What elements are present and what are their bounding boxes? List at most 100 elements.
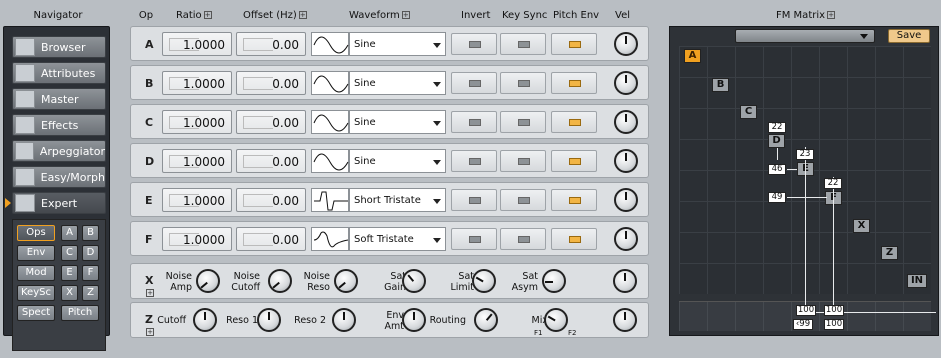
nav-expert-button[interactable]: Expert — [12, 192, 106, 214]
sub-pitch-button[interactable]: Pitch — [61, 305, 99, 321]
x-velocity-knob[interactable] — [613, 269, 637, 293]
sub-z-button[interactable]: Z — [82, 285, 99, 301]
key-sync-toggle[interactable] — [500, 228, 546, 250]
nav-master-button[interactable]: Master — [12, 88, 106, 110]
velocity-knob[interactable] — [614, 110, 638, 134]
sub-x-button[interactable]: X — [61, 285, 78, 301]
fm-amount-out_f[interactable]: 100 — [824, 305, 844, 316]
invert-toggle[interactable] — [451, 189, 497, 211]
fm-amount-e_from_d[interactable]: 46 — [768, 164, 786, 175]
velocity-knob[interactable] — [614, 71, 638, 95]
nav-arpeggiator-button[interactable]: Arpeggiator — [12, 140, 106, 162]
pitch-env-toggle[interactable] — [551, 189, 597, 211]
fm-amount-f_self[interactable]: 22 — [824, 178, 842, 189]
sub-e-button[interactable]: E — [61, 265, 78, 281]
x-knob[interactable] — [472, 269, 496, 293]
ratio-field[interactable]: 1.0000 — [162, 149, 232, 173]
sub-d-button[interactable]: D — [82, 245, 99, 261]
fm-amount-e_self[interactable]: 23 — [796, 149, 814, 160]
key-sync-toggle[interactable] — [500, 111, 546, 133]
ratio-field[interactable]: 1.0000 — [162, 110, 232, 134]
sub-keysc-button[interactable]: KeySc — [17, 285, 55, 301]
key-sync-toggle[interactable] — [500, 33, 546, 55]
z-plus-icon[interactable]: + — [146, 328, 154, 336]
invert-toggle[interactable] — [451, 72, 497, 94]
z-knob[interactable] — [402, 308, 426, 332]
velocity-knob[interactable] — [614, 149, 638, 173]
waveform-select[interactable]: Sine — [349, 110, 446, 134]
x-plus-icon[interactable]: + — [146, 289, 154, 297]
nav-browser-button[interactable]: Browser — [12, 36, 106, 58]
sub-spect-button[interactable]: Spect — [17, 305, 55, 321]
ratio-field[interactable]: 1.0000 — [162, 32, 232, 56]
velocity-knob[interactable] — [614, 188, 638, 212]
sub-f-button[interactable]: F — [82, 265, 99, 281]
fm-matrix-plus-icon[interactable]: + — [827, 11, 836, 19]
invert-toggle[interactable] — [451, 150, 497, 172]
waveform-select[interactable]: Soft Tristate — [349, 227, 446, 251]
key-sync-toggle[interactable] — [500, 189, 546, 211]
z-knob[interactable] — [544, 308, 568, 332]
nav-easy-morph-button[interactable]: Easy/Morph — [12, 166, 106, 188]
fm-node-d[interactable]: D — [768, 134, 785, 148]
ratio-field[interactable]: 1.0000 — [162, 71, 232, 95]
sub-b-button[interactable]: B — [82, 225, 99, 241]
pitch-env-toggle[interactable] — [551, 111, 597, 133]
fm-preset-dropdown[interactable] — [735, 29, 875, 43]
fm-node-x[interactable]: X — [853, 219, 870, 233]
save-button[interactable]: Save — [888, 29, 930, 43]
waveform-select[interactable]: Sine — [349, 32, 446, 56]
sub-a-button[interactable]: A — [61, 225, 78, 241]
x-knob[interactable] — [196, 269, 220, 293]
key-sync-toggle[interactable] — [500, 72, 546, 94]
x-knob[interactable] — [268, 269, 292, 293]
pitch-env-toggle[interactable] — [551, 33, 597, 55]
x-knob[interactable] — [402, 269, 426, 293]
fm-amount-out_e2[interactable]: ‹99 — [793, 319, 813, 330]
x-knob[interactable] — [542, 269, 566, 293]
z-velocity-knob[interactable] — [613, 308, 637, 332]
fm-amount-out_e[interactable]: 100 — [796, 305, 816, 316]
pitch-env-toggle[interactable] — [551, 228, 597, 250]
invert-toggle[interactable] — [451, 33, 497, 55]
fm-node-in[interactable]: IN — [907, 274, 927, 288]
waveform-plus-icon[interactable]: + — [401, 11, 410, 19]
fm-node-z[interactable]: Z — [881, 246, 898, 260]
velocity-knob[interactable] — [614, 227, 638, 251]
offset-field[interactable]: 0.00 — [236, 71, 306, 95]
offset-field[interactable]: 0.00 — [236, 188, 306, 212]
fm-amount-f_from_d[interactable]: 49 — [768, 192, 786, 203]
z-knob[interactable] — [474, 308, 498, 332]
nav-effects-button[interactable]: Effects — [12, 114, 106, 136]
offset-field[interactable]: 0.00 — [236, 110, 306, 134]
waveform-select[interactable]: Sine — [349, 71, 446, 95]
waveform-select[interactable]: Sine — [349, 149, 446, 173]
velocity-knob[interactable] — [614, 32, 638, 56]
x-knob[interactable] — [334, 269, 358, 293]
invert-toggle[interactable] — [451, 228, 497, 250]
ratio-field[interactable]: 1.0000 — [162, 227, 232, 251]
ratio-field[interactable]: 1.0000 — [162, 188, 232, 212]
z-knob[interactable] — [257, 308, 281, 332]
fm-node-c[interactable]: C — [740, 105, 757, 119]
fm-amount-d_self[interactable]: 22 — [768, 122, 786, 133]
fm-node-b[interactable]: B — [712, 78, 729, 92]
fm-amount-out_f2[interactable]: 100 — [824, 319, 844, 330]
key-sync-toggle[interactable] — [500, 150, 546, 172]
sub-env-button[interactable]: Env — [17, 245, 55, 261]
offset-field[interactable]: 0.00 — [236, 32, 306, 56]
ratio-plus-icon[interactable]: + — [203, 11, 212, 19]
sub-mod-button[interactable]: Mod — [17, 265, 55, 281]
offset-plus-icon[interactable]: + — [298, 11, 307, 19]
waveform-select[interactable]: Short Tristate — [349, 188, 446, 212]
sub-c-button[interactable]: C — [61, 245, 78, 261]
invert-toggle[interactable] — [451, 111, 497, 133]
offset-field[interactable]: 0.00 — [236, 227, 306, 251]
sub-ops-button[interactable]: Ops — [17, 225, 55, 241]
nav-attributes-button[interactable]: Attributes — [12, 62, 106, 84]
z-knob[interactable] — [332, 308, 356, 332]
offset-field[interactable]: 0.00 — [236, 149, 306, 173]
z-knob[interactable] — [193, 308, 217, 332]
fm-node-a[interactable]: A — [684, 49, 701, 63]
pitch-env-toggle[interactable] — [551, 150, 597, 172]
